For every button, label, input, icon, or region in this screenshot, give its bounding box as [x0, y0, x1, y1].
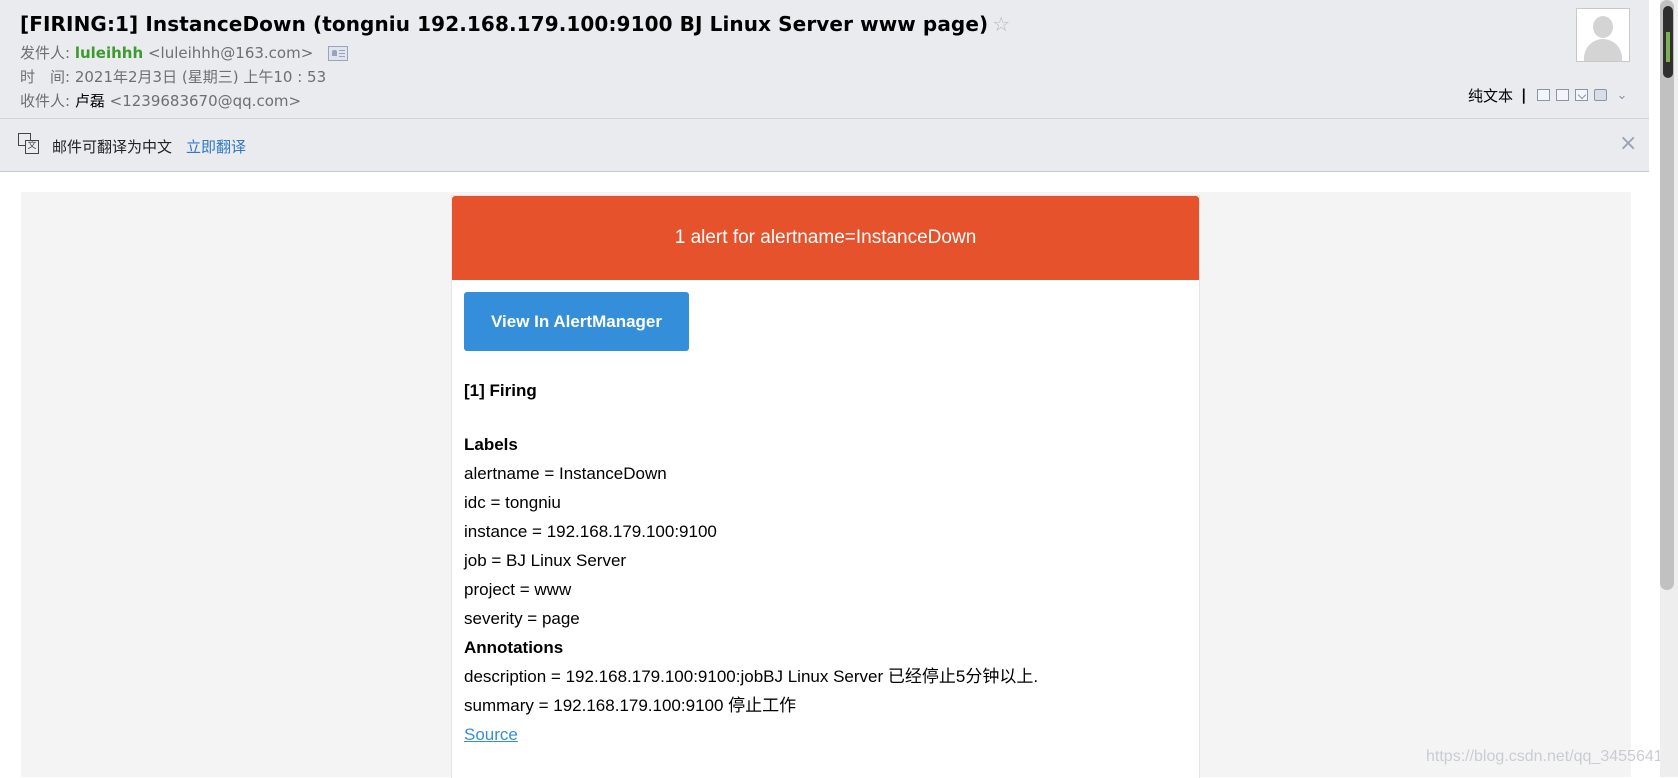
annotation-line: description = 192.168.179.100:9100:jobBJ… — [464, 667, 1039, 686]
translate-message: 邮件可翻译为中文 — [52, 138, 173, 156]
time-label: 时 间: — [20, 68, 71, 86]
close-icon[interactable]: × — [1619, 131, 1637, 156]
recipient-row: 收件人: 卢磊 <1239683670@qq.com> — [20, 90, 301, 111]
sender-row: 发件人: luleihhh <luleihhh@163.com> — [20, 42, 349, 63]
translate-icon-front: 文 — [25, 140, 39, 154]
watermark: https://blog.csdn.net/qq_34556414 — [1426, 748, 1672, 765]
note-icon[interactable] — [1555, 89, 1569, 101]
email-subject: [FIRING:1] InstanceDown (tongniu 192.168… — [20, 12, 1010, 36]
translate-icon: 文 — [18, 133, 39, 154]
alert-banner: 1 alert for alertname=InstanceDown — [452, 196, 1199, 280]
sender-email: <luleihhh@163.com> — [147, 44, 314, 62]
print-icon[interactable] — [1593, 89, 1607, 101]
label-line: job = BJ Linux Server — [464, 551, 627, 570]
subject-text: [FIRING:1] InstanceDown (tongniu 192.168… — [20, 12, 989, 36]
translate-now-link[interactable]: 立即翻译 — [186, 138, 246, 156]
email-header: [FIRING:1] InstanceDown (tongniu 192.168… — [0, 0, 1649, 119]
contact-card-icon[interactable] — [328, 46, 349, 61]
alert-card: 1 alert for alertname=InstanceDown View … — [451, 195, 1200, 778]
time-row: 时 间: 2021年2月3日 (星期三) 上午10 : 53 — [20, 66, 326, 87]
header-toolbar: 纯文本 | ⌄ — [1468, 85, 1627, 105]
alert-details: [1] Firing Labels alertname = InstanceDo… — [464, 376, 1038, 749]
firing-heading: [1] Firing — [464, 381, 537, 400]
source-link[interactable]: Source — [464, 725, 518, 744]
recipient-name[interactable]: 卢磊 — [75, 92, 105, 110]
sender-name[interactable]: luleihhh — [75, 44, 143, 62]
scrollbar-thumb[interactable] — [1660, 0, 1674, 590]
label-line: project = www — [464, 580, 572, 599]
translate-bar: 文 邮件可翻译为中文 立即翻译 × — [0, 119, 1649, 172]
plain-text-button[interactable]: 纯文本 — [1468, 85, 1513, 106]
labels-heading: Labels — [464, 435, 518, 454]
avatar-body — [1584, 39, 1622, 61]
label-line: severity = page — [464, 609, 580, 628]
recipient-label: 收件人: — [20, 92, 71, 110]
translate-message-row: 邮件可翻译为中文 立即翻译 — [52, 136, 246, 157]
star-icon[interactable]: ☆ — [992, 12, 1010, 36]
toolbar-separator: | — [1521, 86, 1527, 104]
view-in-alertmanager-button[interactable]: View In AlertManager — [464, 292, 689, 351]
recipient-email: <1239683670@qq.com> — [109, 92, 302, 110]
new-window-icon[interactable] — [1536, 89, 1550, 101]
annotations-heading: Annotations — [464, 638, 564, 657]
annotation-line: summary = 192.168.179.100:9100 停止工作 — [464, 696, 797, 715]
mini-scroll-indicator[interactable] — [1663, 6, 1673, 78]
time-value: 2021年2月3日 (星期三) 上午10 : 53 — [74, 68, 327, 86]
label-line: instance = 192.168.179.100:9100 — [464, 522, 717, 541]
avatar-head — [1593, 16, 1613, 38]
sender-label: 发件人: — [20, 44, 71, 62]
download-icon[interactable] — [1574, 89, 1588, 101]
label-line: alertname = InstanceDown — [464, 464, 667, 483]
label-line: idc = tongniu — [464, 493, 561, 512]
chevron-down-icon[interactable]: ⌄ — [1617, 88, 1628, 103]
avatar[interactable] — [1576, 8, 1630, 62]
